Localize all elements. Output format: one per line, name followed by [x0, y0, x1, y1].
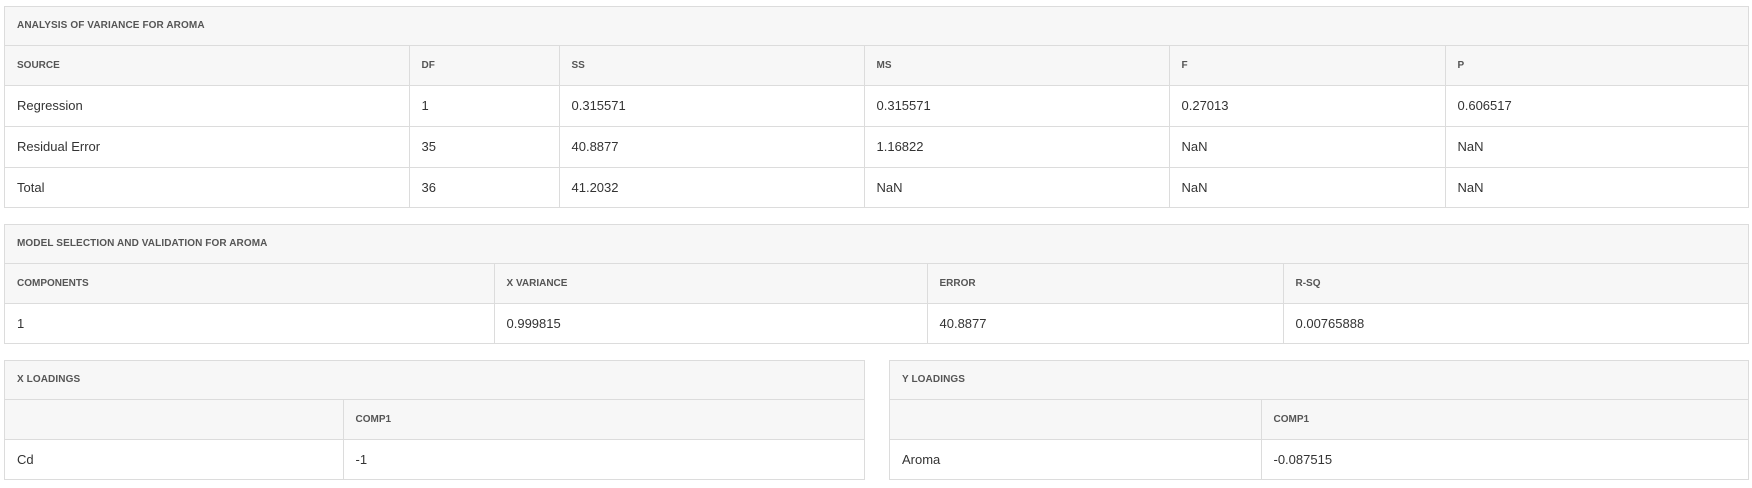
column-header-p: P	[1445, 46, 1748, 86]
table-header-row: SOURCE DF SS MS F P	[5, 46, 1748, 86]
table-header-row: COMPONENTS X VARIANCE ERROR R-SQ	[5, 264, 1748, 304]
table-cell: 40.8877	[559, 126, 865, 168]
table-cell: 1.16822	[864, 126, 1170, 168]
table-header-row: COMP1	[890, 400, 1748, 440]
table-cell: 0.606517	[1445, 85, 1748, 127]
column-header-empty	[5, 400, 344, 440]
table-row: Cd -1	[5, 439, 864, 480]
anova-table: SOURCE DF SS MS F P Regression 1 0.31557…	[5, 46, 1748, 208]
anova-title: ANALYSIS OF VARIANCE FOR AROMA	[5, 7, 1748, 46]
column-header-ss: SS	[559, 46, 865, 86]
table-cell: -0.087515	[1273, 452, 1333, 468]
table-cell: 0.00765888	[1295, 316, 1365, 332]
table-cell: 40.8877	[927, 303, 1284, 344]
column-header-error: ERROR	[927, 264, 1284, 304]
table-row: Residual Error 35 40.8877 1.16822 NaN Na…	[5, 126, 1748, 168]
y-loadings-panel: Y LOADINGS COMP1 Aroma -0.087515	[889, 360, 1749, 480]
table-cell: 1	[5, 303, 495, 344]
column-header-df: DF	[409, 46, 560, 86]
column-header-ms: MS	[864, 46, 1170, 86]
anova-panel: ANALYSIS OF VARIANCE FOR AROMA SOURCE DF…	[4, 6, 1749, 208]
column-header-r-sq: R-SQ	[1283, 264, 1748, 304]
x-loadings-title: X LOADINGS	[5, 361, 864, 400]
table-cell: 0.999815	[494, 303, 928, 344]
column-header-x-variance: X VARIANCE	[494, 264, 928, 304]
table-cell: 0.315571	[559, 85, 865, 127]
table-cell: NaN	[1169, 167, 1446, 208]
table-cell: 41.2032	[559, 167, 865, 208]
table-cell: Cd	[5, 439, 344, 480]
table-row: Aroma -0.087515	[890, 439, 1748, 480]
table-cell: NaN	[864, 167, 1170, 208]
table-cell: NaN	[1445, 126, 1748, 168]
table-cell: -1	[355, 452, 368, 468]
table-cell: 1	[409, 85, 560, 127]
table-cell: 0.315571	[864, 85, 1170, 127]
table-row: 1 0.999815 40.8877 0.00765888	[5, 303, 1748, 344]
column-header-source: SOURCE	[5, 46, 410, 86]
x-loadings-table: COMP1 Cd -1	[5, 400, 864, 480]
table-cell: 35	[409, 126, 560, 168]
column-header-empty	[890, 400, 1262, 440]
model-selection-title: MODEL SELECTION AND VALIDATION FOR AROMA	[5, 225, 1748, 264]
x-loadings-panel: X LOADINGS COMP1 Cd -1	[4, 360, 865, 480]
model-selection-panel: MODEL SELECTION AND VALIDATION FOR AROMA…	[4, 224, 1749, 344]
table-cell: Regression	[5, 85, 410, 127]
table-cell: 36	[409, 167, 560, 208]
table-cell: Aroma	[890, 439, 1262, 480]
table-cell: Residual Error	[5, 126, 410, 168]
table-cell: NaN	[1169, 126, 1446, 168]
column-header-components: COMPONENTS	[5, 264, 495, 304]
y-loadings-table: COMP1 Aroma -0.087515	[890, 400, 1748, 480]
table-row: Regression 1 0.315571 0.315571 0.27013 0…	[5, 85, 1748, 127]
y-loadings-title: Y LOADINGS	[890, 361, 1748, 400]
column-header-comp1: COMP1	[1261, 400, 1748, 440]
model-selection-table: COMPONENTS X VARIANCE ERROR R-SQ 1 0.999…	[5, 264, 1748, 344]
table-cell: 0.27013	[1169, 85, 1446, 127]
column-header-comp1: COMP1	[343, 400, 864, 440]
table-row: Total 36 41.2032 NaN NaN NaN	[5, 167, 1748, 208]
table-header-row: COMP1	[5, 400, 864, 440]
table-cell: Total	[5, 167, 410, 208]
column-header-f: F	[1169, 46, 1446, 86]
table-cell: NaN	[1457, 180, 1484, 196]
